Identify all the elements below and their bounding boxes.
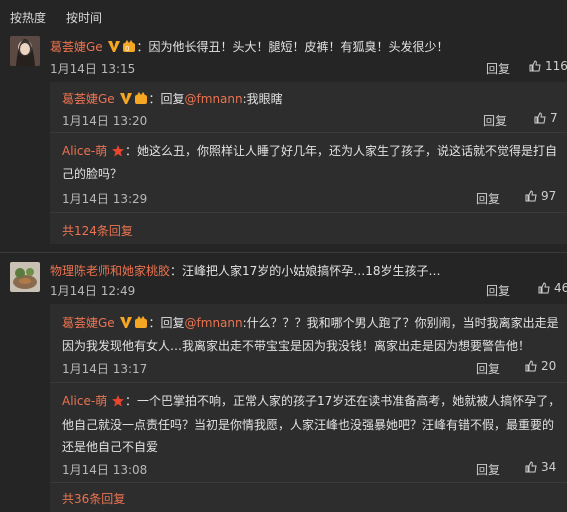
tab-by-time[interactable]: 按时间 [66,9,102,26]
reply-text-continued: 还是他自己不自爱 [62,440,159,454]
reply-button[interactable]: 回复 [476,190,500,207]
reply-content: 葛荟婕Ge ：回复@fmnann:什么？？？我和哪个男人跑了？你别闹，当时我离家… [62,314,559,332]
like-button[interactable]: 34 [525,460,556,476]
reply-time: 1月14日 13:08 [62,463,148,477]
reply-text-continued: 他自己就没一点责任吗？当初是你情我愿，人家汪峰也没强暴她吧？汪峰有错不假，最重要… [62,418,555,432]
username[interactable]: 葛荟婕Ge [50,40,103,54]
thumbs-up-icon [525,461,537,476]
reply-text: ：她这么丑，你照样让人睡了好几年，还为人家生了孩子，说这话就不觉得是打自 [125,144,558,158]
reply-time: 1月14日 13:20 [62,114,148,128]
reply-list: 葛荟婕Ge ：回复@fmnann:我眼瞎 1月14日 13:20 回复 7 Al… [50,82,567,244]
username[interactable]: 物理陈老师和她家桃胶 [50,264,170,278]
reply-button[interactable]: 回复 [476,461,500,478]
reply-content: 葛荟婕Ge ：回复@fmnann:我眼瞎 [62,90,283,108]
avatar[interactable] [10,262,40,292]
comment-time: 1月14日 12:49 [50,284,136,298]
thumbs-up-icon [525,190,537,205]
reply-time: 1月14日 13:17 [62,362,148,376]
vip-crown-icon: 0 [122,40,136,56]
star-badge-icon [112,145,125,160]
reply-content: Alice-萌 ：她这么丑，你照样让人睡了好几年，还为人家生了孩子，说这话就不觉… [62,142,557,160]
comment-text: ：因为他长得丑！头大！腿短！皮裤！有狐臭！头发很少！ [136,40,449,54]
avatar[interactable] [10,36,40,66]
reply-text: ：一个巴掌拍不响，正常人家的孩子17岁还在读书准备高考，她就被人搞怀孕了， [125,394,561,408]
reply-item: 葛荟婕Ge ：回复@fmnann:什么？？？我和哪个男人跑了？你别闹，当时我离家… [50,304,567,383]
more-replies-link[interactable]: 共124条回复 [62,222,133,239]
like-count: 46 [554,281,567,295]
like-button[interactable]: 20 [525,359,556,375]
like-button[interactable]: 46 [538,281,567,297]
mention-link[interactable]: @fmnann [185,316,243,330]
like-count: 20 [541,359,557,373]
reply-button[interactable]: 回复 [476,360,500,377]
like-count: 97 [541,189,557,203]
reply-text-continued: 因为我发现他有女人…我离家出走不带宝宝是因为我没钱！离家出走是因为想要警告他！ [62,339,531,353]
verified-v-icon [119,92,132,108]
reply-text: :我眼瞎 [242,92,283,106]
like-count: 34 [541,460,557,474]
username[interactable]: 葛荟婕Ge [62,316,115,330]
reply-item: 葛荟婕Ge ：回复@fmnann:我眼瞎 1月14日 13:20 回复 7 [50,82,567,133]
vip-crown-icon [134,316,148,332]
avatar-image [10,262,40,292]
reply-button[interactable]: 回复 [486,282,510,299]
like-button[interactable]: 116 [529,59,567,75]
username[interactable]: Alice-萌 [62,394,107,408]
svg-text:0: 0 [125,45,129,53]
mention-link[interactable]: @fmnann [185,92,243,106]
reply-prefix: ：回复 [148,316,185,330]
reply-text: :什么？？？我和哪个男人跑了？你别闹，当时我离家出走是 [242,316,559,330]
reply-button[interactable]: 回复 [483,112,507,129]
vip-crown-icon [134,92,148,108]
reply-button[interactable]: 回复 [486,60,510,77]
avatar-image [10,36,40,66]
thumbs-up-icon [529,60,541,75]
comment-item: 物理陈老师和她家桃胶：汪峰把人家17岁的小姑娘搞怀孕…18岁生孩子… 1月14日… [0,252,567,512]
like-button[interactable]: 97 [525,189,556,205]
star-badge-icon [112,395,125,410]
sort-tabs: 按热度 按时间 [0,0,567,30]
reply-content: Alice-萌 ：一个巴掌拍不响，正常人家的孩子17岁还在读书准备高考，她就被人… [62,392,560,410]
verified-v-icon [119,316,132,332]
username[interactable]: Alice-萌 [62,144,107,158]
username[interactable]: 葛荟婕Ge [62,92,115,106]
thumbs-up-icon [525,360,537,375]
reply-list: 葛荟婕Ge ：回复@fmnann:什么？？？我和哪个男人跑了？你别闹，当时我离家… [50,304,567,512]
reply-prefix: ：回复 [148,92,185,106]
reply-item: Alice-萌 ：她这么丑，你照样让人睡了好几年，还为人家生了孩子，说这话就不觉… [50,132,567,213]
thumbs-up-icon [534,112,546,127]
comment-text: ：汪峰把人家17岁的小姑娘搞怀孕…18岁生孩子… [170,264,441,278]
like-count: 7 [550,111,558,125]
thumbs-up-icon [538,282,550,297]
comment-content: 物理陈老师和她家桃胶：汪峰把人家17岁的小姑娘搞怀孕…18岁生孩子… [50,262,441,279]
comment-content: 葛荟婕Ge 0 ：因为他长得丑！头大！腿短！皮裤！有狐臭！头发很少！ [50,38,449,56]
tab-by-hot[interactable]: 按热度 [10,9,46,26]
more-replies-link[interactable]: 共36条回复 [62,490,125,507]
verified-v-icon [107,40,120,56]
comment-item: 葛荟婕Ge 0 ：因为他长得丑！头大！腿短！皮裤！有狐臭！头发很少！ 1月14日 … [0,30,567,248]
like-button[interactable]: 7 [534,111,558,127]
like-count: 116 [545,59,567,73]
reply-text-continued: 己的脸吗？ [62,167,123,181]
reply-item: Alice-萌 ：一个巴掌拍不响，正常人家的孩子17岁还在读书准备高考，她就被人… [50,382,567,483]
comment-time: 1月14日 13:15 [50,62,136,76]
reply-time: 1月14日 13:29 [62,192,148,206]
